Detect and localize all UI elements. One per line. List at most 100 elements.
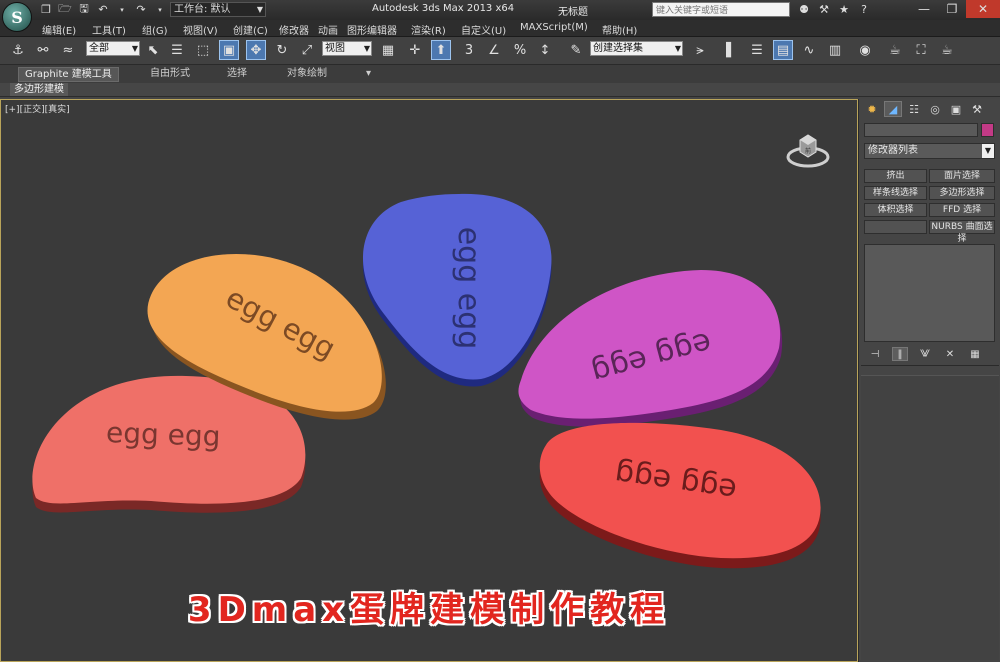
redo-icon[interactable]: ↷ [133,2,149,17]
empty-modifier-button[interactable] [864,220,927,234]
show-end-result-icon[interactable]: ‖ [892,347,908,361]
select-manipulate-icon[interactable]: ✛ [405,40,425,60]
title-bar: S ❐ 🗁 🖫 ↶ ▾ ↷ ▾ ▤ 工作台: 默认 ▼ Autodesk 3ds… [0,0,1000,20]
ffd-select-button[interactable]: FFD 选择 [929,203,995,217]
menu-help[interactable]: 帮助(H) [602,22,637,37]
rotate-icon[interactable]: ↻ [272,40,292,60]
render-teapot-icon[interactable]: ☕ [937,40,957,60]
unlink-icon[interactable]: ⚯ [33,40,53,60]
menu-views[interactable]: 视图(V) [183,22,218,37]
ribbon-subpanel: 多边形建模 [0,83,1000,97]
menu-group[interactable]: 组(G) [142,22,168,37]
menu-create[interactable]: 创建(C) [233,22,268,37]
extrude-button[interactable]: 挤出 [864,169,927,183]
volume-select-button[interactable]: 体积选择 [864,203,927,217]
egg-plate-3-text: egg egg [451,227,486,350]
modify-tab-icon[interactable]: ◢ [884,101,902,117]
binoculars-icon[interactable]: ⚉ [796,2,812,17]
schematic-view-icon[interactable]: ▥ [825,40,845,60]
menu-animation[interactable]: 动画 [318,22,338,37]
tab-freeform[interactable]: 自由形式 [144,67,196,82]
select-object-icon[interactable]: ⬉ [143,40,163,60]
edit-named-selection-icon[interactable]: ✎ [566,40,586,60]
spinner-snap-icon[interactable]: ↕ [535,40,555,60]
tab-selection[interactable]: 选择 [221,67,253,82]
search-input[interactable] [652,2,790,17]
help-icon[interactable]: ? [856,2,872,17]
select-by-name-icon[interactable]: ☰ [167,40,187,60]
window-crossing-icon[interactable]: ▣ [219,40,239,60]
angle-snap-icon[interactable]: ∠ [484,40,504,60]
minimize-icon[interactable]: — [910,0,938,18]
spline-select-button[interactable]: 样条线选择 [864,186,927,200]
display-tab-icon[interactable]: ▣ [947,101,965,117]
star-icon[interactable]: ★ [836,2,852,17]
chevron-down-icon: ▼ [364,42,370,55]
ribbon-options-icon[interactable]: ▾ [360,67,377,82]
create-tab-icon[interactable]: ✹ [863,101,881,117]
percent-snap-icon[interactable]: % [510,40,530,60]
modifier-list-dropdown[interactable]: 修改器列表 ▼ [864,143,995,159]
parameters-rollout-area [861,375,999,660]
keyboard-shortcut-override-icon[interactable]: ⬆ [431,40,451,60]
hierarchy-tab-icon[interactable]: ☷ [905,101,923,117]
snaps-toggle-icon[interactable]: 3 [459,40,479,60]
dropdown-icon[interactable]: ▾ [152,2,168,17]
modifier-list-label: 修改器列表 [868,145,918,156]
nurbs-surface-select-button[interactable]: NURBS 曲面选择 [929,220,995,234]
chevron-down-icon: ▼ [982,144,994,158]
remove-modifier-icon[interactable]: ✕ [942,347,958,361]
save-icon[interactable]: 🖫 [76,2,92,17]
reference-coord-dropdown[interactable]: 视图 ▼ [322,41,372,56]
tab-object-paint[interactable]: 对象绘制 [281,67,333,82]
patch-select-button[interactable]: 面片选择 [929,169,995,183]
egg-plate-4[interactable]: egg egg [518,270,782,427]
poly-select-button[interactable]: 多边形选择 [929,186,995,200]
menu-maxscript[interactable]: MAXScript(M) [520,22,588,33]
curve-editor-icon[interactable]: ∿ [799,40,819,60]
bind-space-warp-icon[interactable]: ≈ [58,40,78,60]
egg-plate-5[interactable]: egg egg [540,423,821,568]
layer-manager-icon[interactable]: ☰ [747,40,767,60]
undo-icon[interactable]: ↶ [95,2,111,17]
workspace-dropdown[interactable]: 工作台: 默认 ▼ [170,2,266,17]
render-setup-icon[interactable]: ☕ [885,40,905,60]
open-file-icon[interactable]: 🗁 [57,2,73,17]
move-icon[interactable]: ✥ [246,40,266,60]
new-file-icon[interactable]: ❐ [38,2,54,17]
menu-edit[interactable]: 编辑(E) [42,22,76,37]
restore-icon[interactable]: ❐ [938,0,966,18]
pivot-center-icon[interactable]: ▦ [378,40,398,60]
egg-plate-3[interactable]: egg egg [363,194,551,387]
utilities-tab-icon[interactable]: ⚒ [968,101,986,117]
menu-customize[interactable]: 自定义(U) [461,22,506,37]
motion-tab-icon[interactable]: ◎ [926,101,944,117]
object-name-field[interactable] [864,123,978,137]
tools-icon[interactable]: ⚒ [816,2,832,17]
configure-modifier-sets-icon[interactable]: ▦ [967,347,983,361]
app-logo-icon[interactable]: S [2,2,32,32]
tab-graphite-modeling[interactable]: Graphite 建模工具 [18,67,119,82]
scale-icon[interactable]: ⤢ [297,40,317,60]
menu-graph-editors[interactable]: 图形编辑器 [347,22,397,37]
menu-rendering[interactable]: 渲染(R) [411,22,446,37]
rendered-frame-icon[interactable]: ⛶ [911,40,931,60]
dropdown-icon[interactable]: ▾ [114,2,130,17]
rectangular-selection-icon[interactable]: ⬚ [193,40,213,60]
material-editor-icon[interactable]: ◉ [855,40,875,60]
modifier-stack-list[interactable] [864,244,995,342]
align-icon[interactable]: ▐ [716,40,736,60]
viewport-perspective[interactable]: [+][正交][真实] 前 egg egg egg egg [0,99,858,662]
make-unique-icon[interactable]: ⨈ [917,347,933,361]
named-selection-set-dropdown[interactable]: 创建选择集 ▼ [590,41,683,56]
mirror-icon[interactable]: ⪫ [690,40,710,60]
pin-stack-icon[interactable]: ⊣ [867,347,883,361]
link-icon[interactable]: ⚓ [8,40,28,60]
polygon-modeling-panel[interactable]: 多边形建模 [10,83,68,96]
menu-modifiers[interactable]: 修改器 [279,22,309,37]
close-icon[interactable]: ✕ [966,0,1000,18]
menu-tools[interactable]: 工具(T) [92,22,126,37]
object-color-swatch[interactable] [981,123,994,137]
selection-filter-dropdown[interactable]: 全部 ▼ [86,41,140,56]
graphite-toggle-icon[interactable]: ▤ [773,40,793,60]
